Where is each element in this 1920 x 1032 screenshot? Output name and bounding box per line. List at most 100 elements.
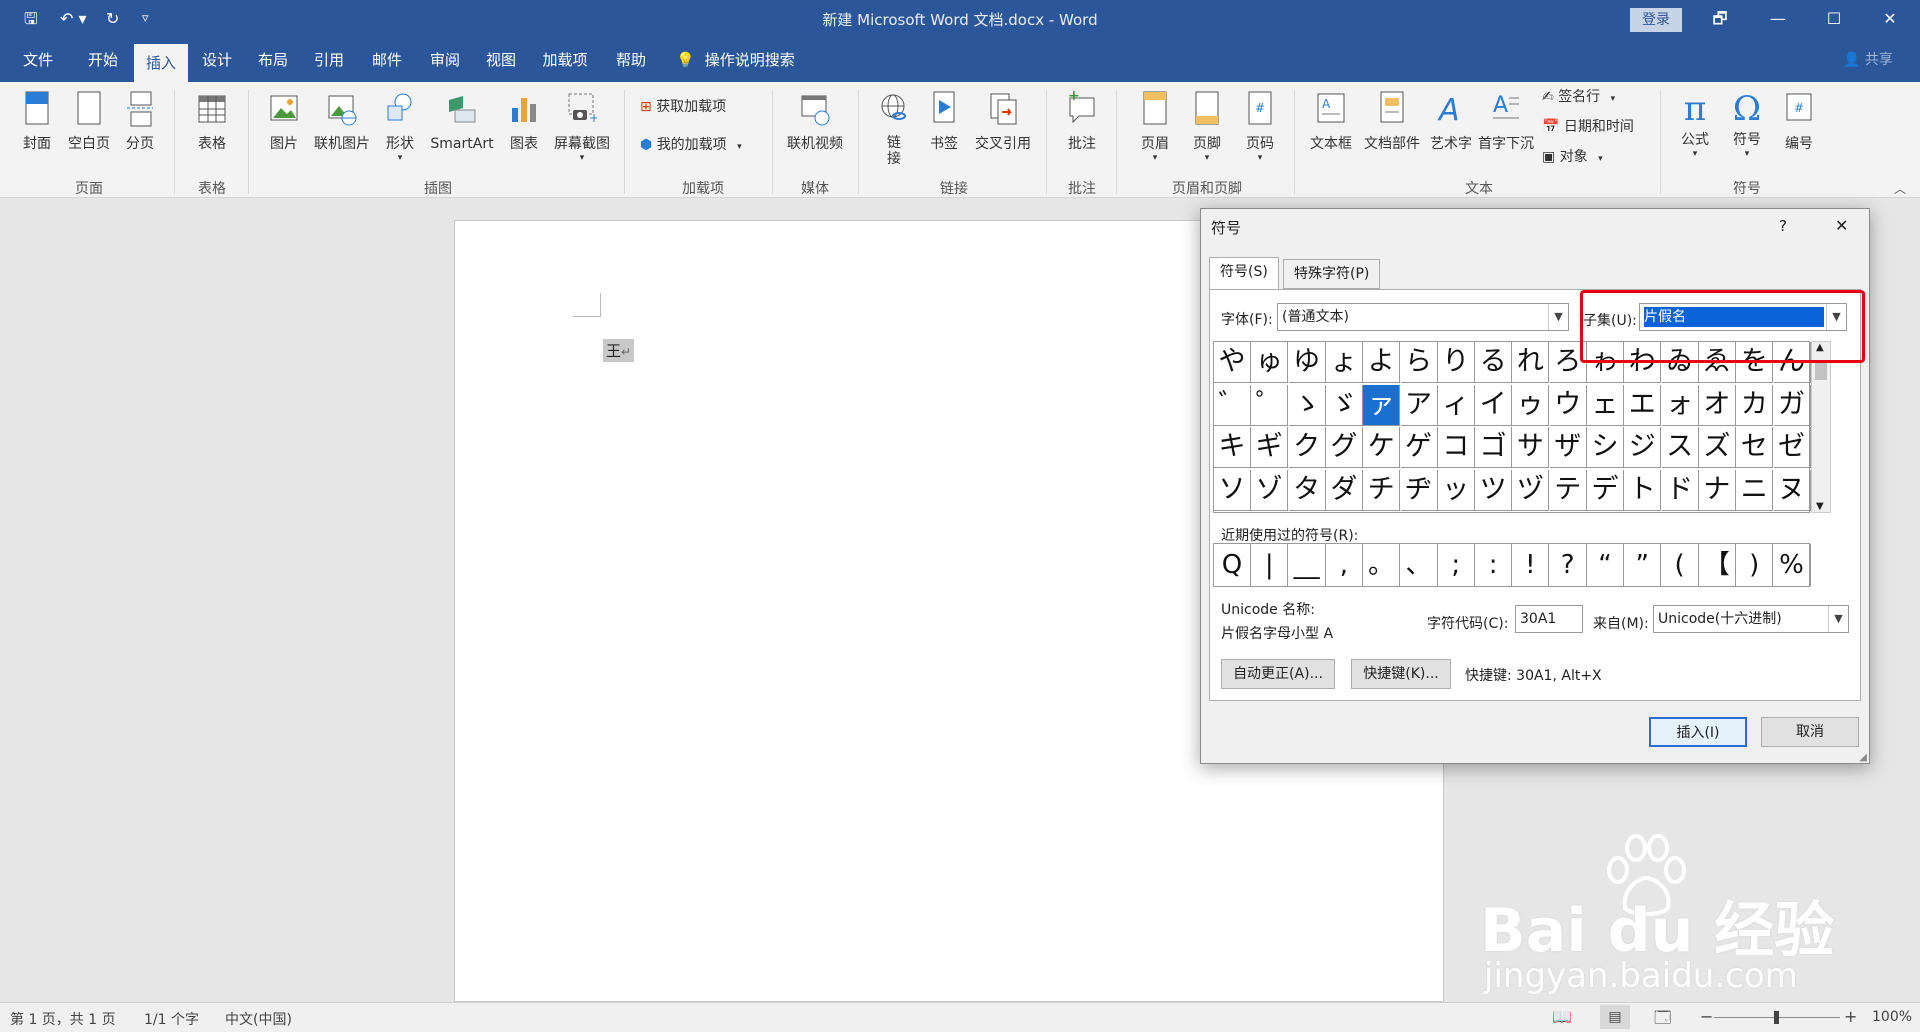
number-button[interactable]: # 编号 [1776, 86, 1822, 174]
from-select[interactable]: Unicode(十六进制) ▼ [1653, 605, 1849, 633]
symbol-cell[interactable]: り [1437, 342, 1475, 383]
symbol-cell[interactable]: ダ [1325, 469, 1363, 511]
symbol-cell[interactable]: ゆ [1288, 342, 1326, 383]
symbol-cell[interactable]: ォ [1661, 384, 1699, 426]
char-code-input[interactable]: 30A1 [1515, 605, 1583, 633]
cover-page-button[interactable]: 封面 [14, 86, 60, 174]
tab-home[interactable]: 开始 [76, 38, 130, 82]
language-status[interactable]: 中文(中国) [225, 1009, 292, 1029]
symbol-cell[interactable]: ゾ [1251, 469, 1289, 511]
scroll-down-icon[interactable]: ▼ [1816, 501, 1824, 512]
tab-mailings[interactable]: 邮件 [360, 38, 414, 82]
my-addins-button[interactable]: ⬢ 我的加载项 ▾ [640, 134, 742, 156]
symbol-cell[interactable]: テ [1549, 469, 1587, 511]
symbol-cell[interactable]: れ [1512, 342, 1550, 383]
symbol-cell[interactable]: タ [1288, 469, 1326, 511]
symbol-cell[interactable]: ゥ [1512, 384, 1550, 426]
recent-symbol-cell[interactable]: __ [1289, 544, 1326, 586]
help-button[interactable]: ? [1779, 217, 1787, 235]
table-button[interactable]: 表格 [186, 86, 238, 174]
symbol-cell[interactable]: ガ [1773, 384, 1811, 426]
read-mode-icon[interactable]: 📖 [1552, 1007, 1572, 1026]
symbol-cell[interactable]: ニ [1736, 469, 1774, 511]
symbol-cell[interactable]: ア [1400, 384, 1438, 426]
symbol-cell[interactable]: ト [1624, 469, 1662, 511]
screenshot-button[interactable]: + 屏幕截图 ▾ [550, 86, 614, 174]
tab-symbols[interactable]: 符号(S) [1209, 257, 1279, 290]
tab-layout[interactable]: 布局 [246, 38, 300, 82]
recent-symbol-cell[interactable]: ? [1550, 544, 1587, 586]
symbol-cell[interactable]: ゅ [1251, 342, 1289, 383]
ribbon-display-icon[interactable]: 🗗 [1702, 6, 1738, 32]
recent-symbol-cell[interactable]: 、 [1401, 544, 1438, 586]
signature-line-button[interactable]: ✍ 签名行 ▾ [1542, 86, 1615, 108]
tab-file[interactable]: 文件 [10, 38, 66, 82]
zoom-in-button[interactable]: + [1844, 1007, 1857, 1026]
close-window-button[interactable]: ✕ [1872, 6, 1908, 32]
share-button[interactable]: 👤 共享 [1843, 38, 1893, 82]
object-button[interactable]: ▣ 对象 ▾ [1542, 146, 1603, 168]
cancel-button[interactable]: 取消 [1761, 717, 1859, 747]
cross-reference-button[interactable]: 交叉引用 [970, 86, 1036, 174]
symbol-grid-scrollbar[interactable]: ▲ ▼ [1811, 341, 1831, 513]
symbol-cell[interactable]: ゴ [1475, 427, 1513, 468]
tab-references[interactable]: 引用 [302, 38, 356, 82]
symbol-cell[interactable]: ゞ [1325, 384, 1363, 426]
symbol-cell[interactable]: ゛ [1214, 384, 1251, 426]
footer-button[interactable]: 页脚 ▾ [1182, 86, 1232, 174]
tell-me-search[interactable]: 💡 操作说明搜索 [676, 38, 795, 82]
tab-review[interactable]: 审阅 [418, 38, 472, 82]
symbol-cell[interactable]: や [1214, 342, 1251, 383]
symbol-cell[interactable]: ょ [1325, 342, 1363, 383]
zoom-level[interactable]: 100% [1872, 1009, 1912, 1025]
header-button[interactable]: 页眉 ▾ [1130, 86, 1180, 174]
zoom-slider-thumb[interactable] [1774, 1011, 1779, 1024]
recent-symbol-cell[interactable]: ! [1512, 544, 1550, 586]
symbol-cell[interactable]: ゝ [1288, 384, 1326, 426]
symbol-cell[interactable]: る [1475, 342, 1513, 383]
login-button[interactable]: 登录 [1630, 8, 1682, 32]
recent-symbol-cell[interactable]: ( [1662, 544, 1699, 586]
symbol-cell[interactable]: ッ [1437, 469, 1475, 511]
symbol-cell[interactable]: ゲ [1400, 427, 1438, 468]
symbol-cell[interactable]: ゼ [1773, 427, 1811, 468]
symbol-cell[interactable]: ケ [1363, 427, 1401, 468]
recent-symbol-cell[interactable]: “ [1587, 544, 1624, 586]
symbol-cell[interactable]: カ [1736, 384, 1774, 426]
symbol-cell[interactable]: ク [1288, 427, 1326, 468]
web-layout-icon[interactable]: 🗔 [1654, 1007, 1671, 1032]
symbol-cell[interactable]: チ [1363, 469, 1401, 511]
symbol-cell[interactable]: ザ [1549, 427, 1587, 468]
symbol-cell[interactable]: サ [1512, 427, 1550, 468]
symbol-cell[interactable]: ソ [1214, 469, 1251, 511]
symbol-cell[interactable]: コ [1437, 427, 1475, 468]
recent-symbol-cell[interactable]: 【 [1699, 544, 1736, 586]
symbol-cell[interactable]: ナ [1698, 469, 1736, 511]
resize-grip-icon[interactable]: ◢ [1859, 752, 1867, 763]
symbol-cell[interactable]: エ [1624, 384, 1662, 426]
symbol-cell[interactable]: ゜ [1251, 384, 1289, 426]
bookmark-button[interactable]: 书签 [922, 86, 966, 174]
blank-page-button[interactable]: 空白页 [62, 86, 116, 174]
symbol-cell[interactable]: ス [1661, 427, 1699, 468]
get-addins-button[interactable]: ⊞ 获取加载项 [640, 96, 726, 118]
symbol-cell[interactable]: デ [1587, 469, 1624, 511]
chart-button[interactable]: 图表 [502, 86, 546, 174]
symbol-cell[interactable]: ジ [1624, 427, 1662, 468]
page-number-button[interactable]: # 页码 ▾ [1236, 86, 1284, 174]
zoom-out-button[interactable]: − [1700, 1007, 1713, 1026]
autocorrect-button[interactable]: 自动更正(A)... [1221, 659, 1335, 689]
symbol-cell[interactable]: ド [1661, 469, 1699, 511]
tab-insert[interactable]: 插入 [134, 44, 188, 82]
print-layout-icon[interactable]: ▤ [1600, 1005, 1630, 1029]
minimize-button[interactable]: — [1760, 6, 1796, 32]
tab-special-characters[interactable]: 特殊字符(P) [1283, 259, 1381, 289]
document-text[interactable]: 王↵ [603, 339, 635, 362]
symbol-cell[interactable]: ヌ [1773, 469, 1811, 511]
symbol-cell[interactable]: グ [1325, 427, 1363, 468]
symbol-cell[interactable]: ツ [1475, 469, 1513, 511]
recent-symbol-cell[interactable]: ) [1736, 544, 1774, 586]
tab-view[interactable]: 视图 [474, 38, 528, 82]
shapes-button[interactable]: 形状 ▾ [378, 86, 422, 174]
collapse-ribbon-icon[interactable]: ︿ [1894, 180, 1906, 197]
